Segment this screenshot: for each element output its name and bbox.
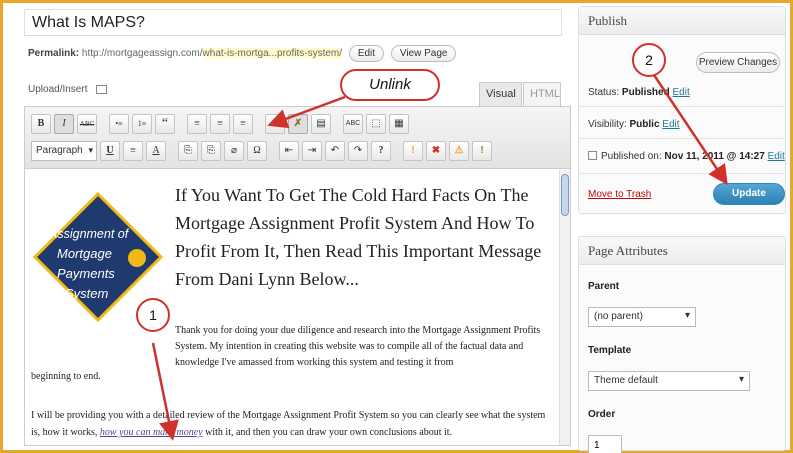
spellcheck-icon[interactable]: ABC <box>343 114 363 134</box>
chevron-down-icon: ▾ <box>738 374 744 385</box>
insert-link-icon[interactable]: ☍ <box>265 114 285 134</box>
view-page-button[interactable]: View Page <box>390 45 457 62</box>
fullscreen-icon[interactable]: ⬚ <box>366 114 386 134</box>
outdent-icon[interactable]: ⇤ <box>279 141 299 161</box>
permalink-base: http://mortgageassign.com/ <box>81 48 203 59</box>
add-media-icon[interactable] <box>96 84 108 94</box>
special-character-icon[interactable]: Ω <box>247 141 267 161</box>
align-left-icon[interactable]: ≡ <box>187 114 207 134</box>
move-to-trash-link[interactable]: Move to Trash <box>588 189 651 200</box>
publish-box: Publish Preview Changes Status: Publishe… <box>578 6 786 214</box>
visibility-label: Visibility: <box>588 119 627 130</box>
calendar-icon <box>588 151 597 160</box>
more-tag-icon[interactable]: ▤ <box>311 114 331 134</box>
logo-line-4: System <box>65 286 109 301</box>
preview-changes-button[interactable]: Preview Changes <box>696 52 780 73</box>
visibility-row: Visibility: Public Edit <box>588 119 680 130</box>
align-right-icon[interactable]: ≡ <box>233 114 253 134</box>
justify-icon[interactable]: ≡ <box>123 141 143 161</box>
logo-line-1: Assignment of <box>48 227 130 241</box>
alert-plugin-icon[interactable]: ⚠ <box>449 141 469 161</box>
published-on-value: Nov 11, 2011 @ 14:27 <box>664 151 765 162</box>
permalink-row: Permalink: http://mortgageassign.com/wha… <box>28 45 457 62</box>
status-edit-link[interactable]: Edit <box>673 87 690 98</box>
permalink-slug[interactable]: what-is-mortga...profits-system/ <box>202 48 343 59</box>
text-color-icon[interactable]: A <box>146 141 166 161</box>
bold-icon[interactable]: B <box>31 114 51 134</box>
bullet-list-icon[interactable]: •≡ <box>109 114 129 134</box>
underline-icon[interactable]: U <box>100 141 120 161</box>
parent-select[interactable]: (no parent) ▾ <box>588 307 696 327</box>
format-select[interactable]: Paragraph <box>31 141 97 161</box>
editor-toolbar: B I ABC •≡ 1≡ “ ≡ ≡ ≡ ☍ ✗ ▤ ABC ⬚ ▦ Para… <box>25 107 570 169</box>
paste-word-icon[interactable]: ⎘ <box>201 141 221 161</box>
step-1-callout: 1 <box>136 298 170 332</box>
paragraph-2-text-end: with it, and then you can draw your own … <box>202 427 453 438</box>
published-on-label: Published on: <box>601 151 662 162</box>
publish-heading[interactable]: Publish <box>579 7 785 35</box>
editor-content[interactable]: Assignment of Mortgage Payments System I… <box>25 170 560 445</box>
status-value: Published <box>621 87 670 98</box>
warning-plugin-icon[interactable]: ! <box>403 141 423 161</box>
align-center-icon[interactable]: ≡ <box>210 114 230 134</box>
step-2-callout: 2 <box>632 43 666 77</box>
editor: B I ABC •≡ 1≡ “ ≡ ≡ ≡ ☍ ✗ ▤ ABC ⬚ ▦ Para… <box>24 106 571 446</box>
permalink-label: Permalink: <box>28 48 80 59</box>
make-money-link[interactable]: how you can make money <box>100 427 203 438</box>
parent-label-text: Parent <box>588 281 620 292</box>
order-input[interactable] <box>588 435 622 453</box>
clear-formatting-icon[interactable]: ⌀ <box>224 141 244 161</box>
undo-icon[interactable]: ↶ <box>325 141 345 161</box>
logo-line-2: Mortgage <box>57 246 112 261</box>
parent-label: Parent <box>588 281 619 292</box>
toolbar-row-2: Paragraph U ≡ A ⎘ ⎘ ⌀ Ω ⇤ ⇥ ↶ ↷ ? ! ✖ ⚠ … <box>31 140 492 162</box>
paste-text-icon[interactable]: ⎘ <box>178 141 198 161</box>
upload-insert-label: Upload/Insert <box>28 84 88 95</box>
upload-insert[interactable]: Upload/Insert <box>28 84 108 95</box>
toolbar-row-1: B I ABC •≡ 1≡ “ ≡ ≡ ≡ ☍ ✗ ▤ ABC ⬚ ▦ <box>31 113 409 135</box>
scrollbar-thumb[interactable] <box>561 174 569 216</box>
template-label: Template <box>588 345 631 356</box>
status-row: Status: Published Edit <box>588 87 690 98</box>
tab-html[interactable]: HTML <box>523 82 561 106</box>
help-icon[interactable]: ? <box>371 141 391 161</box>
order-label-text: Order <box>588 409 616 420</box>
blockquote-icon[interactable]: “ <box>155 114 175 134</box>
permalink-edit-button[interactable]: Edit <box>348 45 385 62</box>
logo-line-3: Payments <box>57 266 115 281</box>
template-label-text: Template <box>588 345 632 356</box>
unlink-callout: Unlink <box>340 69 440 101</box>
published-on-row: Published on: Nov 11, 2011 @ 14:27 Edit <box>588 151 785 162</box>
indent-icon[interactable]: ⇥ <box>302 141 322 161</box>
post-paragraph-2: I will be providing you with a detailed … <box>31 407 556 441</box>
template-select[interactable]: Theme default ▾ <box>588 371 750 391</box>
update-button[interactable]: Update <box>713 183 785 205</box>
post-headline: If You Want To Get The Cold Hard Facts O… <box>175 185 542 289</box>
numbered-list-icon[interactable]: 1≡ <box>132 114 152 134</box>
post-paragraph-1: Thank you for doing your due diligence a… <box>175 325 541 368</box>
strikethrough-icon[interactable]: ABC <box>77 114 97 134</box>
parent-value: (no parent) <box>594 311 643 322</box>
template-value: Theme default <box>594 375 658 386</box>
redo-icon[interactable]: ↷ <box>348 141 368 161</box>
chevron-down-icon: ▾ <box>684 310 690 321</box>
visibility-edit-link[interactable]: Edit <box>662 119 679 130</box>
italic-icon[interactable]: I <box>54 114 74 134</box>
post-paragraph-1-end: beginning to end. <box>31 371 101 382</box>
published-on-edit-link[interactable]: Edit <box>768 151 785 162</box>
info-plugin-icon[interactable]: ! <box>472 141 492 161</box>
status-label: Status: <box>588 87 620 98</box>
editor-scrollbar[interactable] <box>559 170 570 445</box>
post-title-input[interactable] <box>24 9 562 36</box>
order-label: Order <box>588 409 615 420</box>
page-attributes-box: Page Attributes Parent (no parent) ▾ Temp… <box>578 236 786 453</box>
page-attributes-heading[interactable]: Page Attributes <box>579 237 785 265</box>
error-plugin-icon[interactable]: ✖ <box>426 141 446 161</box>
tab-visual[interactable]: Visual <box>479 82 522 106</box>
kitchen-sink-icon[interactable]: ▦ <box>389 114 409 134</box>
unlink-icon[interactable]: ✗ <box>288 114 308 134</box>
visibility-value: Public <box>629 119 660 130</box>
